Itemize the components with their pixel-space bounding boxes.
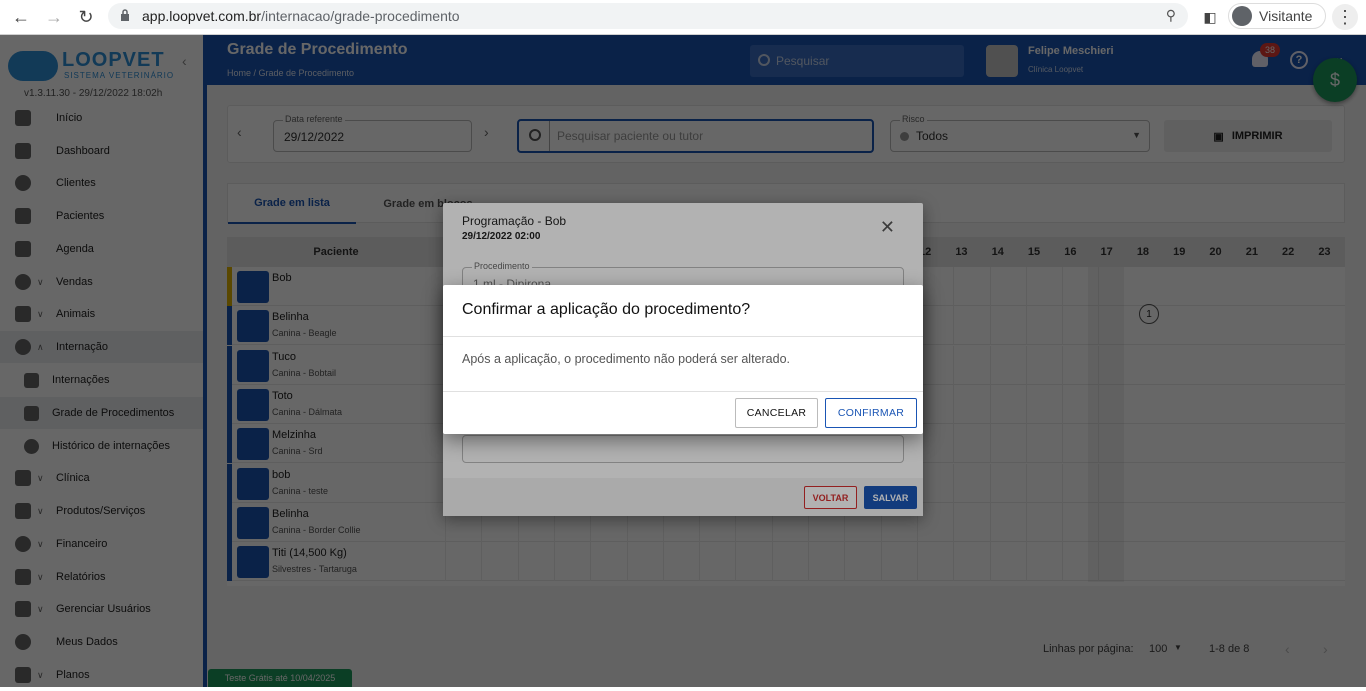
back-arrow-icon[interactable]: ← <box>8 4 34 30</box>
profile-button[interactable]: Visitante <box>1228 3 1326 29</box>
cancel-button[interactable]: CANCELAR <box>735 398 818 428</box>
url-host: app.loopvet.com.br <box>142 8 262 24</box>
confirm-button[interactable]: CONFIRMAR <box>825 398 917 428</box>
confirm-title: Confirmar a aplicação do procedimento? <box>462 301 751 318</box>
reload-icon[interactable]: ↻ <box>73 4 99 30</box>
browser-toolbar: ← → ↻ app.loopvet.com.br/internacao/grad… <box>0 0 1366 35</box>
url-path: /internacao/grade-procedimento <box>261 8 460 24</box>
profile-avatar-icon <box>1232 6 1252 26</box>
lock-icon <box>121 9 129 21</box>
zoom-icon[interactable]: ⚲ <box>1166 7 1176 24</box>
divider <box>443 336 923 337</box>
confirm-dialog: Confirmar a aplicação do procedimento? A… <box>443 285 923 434</box>
browser-menu-icon[interactable]: ⋮ <box>1332 4 1358 30</box>
divider <box>443 391 923 392</box>
side-panel-icon[interactable]: ◧ <box>1197 4 1223 30</box>
profile-label: Visitante <box>1259 8 1313 24</box>
forward-arrow-icon[interactable]: → <box>41 4 67 30</box>
address-bar[interactable]: app.loopvet.com.br/internacao/grade-proc… <box>108 3 1188 29</box>
confirm-message: Após a aplicação, o procedimento não pod… <box>462 352 790 366</box>
